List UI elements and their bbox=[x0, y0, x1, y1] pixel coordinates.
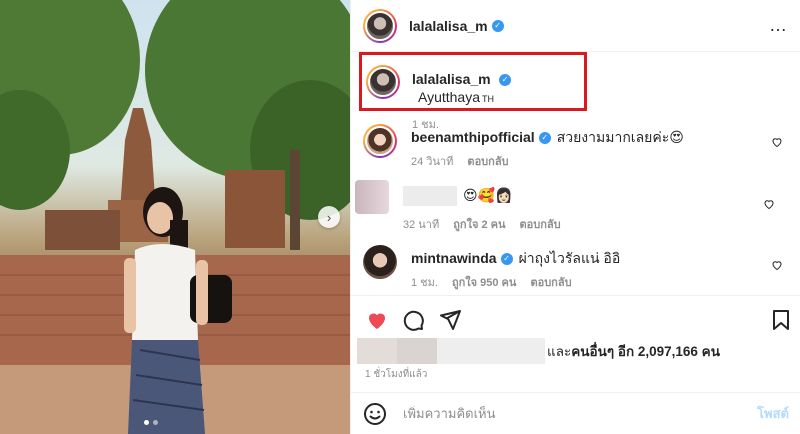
author-username[interactable]: lalalalisa_m bbox=[409, 18, 488, 34]
carousel-next-button[interactable]: › bbox=[318, 206, 340, 228]
commenter-avatar[interactable] bbox=[363, 245, 397, 279]
likes-count[interactable]: คนอื่นๆ อีก 2,097,166 คน bbox=[571, 344, 720, 359]
verified-badge-icon: ✓ bbox=[499, 73, 512, 86]
comment-like-heart-icon[interactable] bbox=[763, 198, 775, 210]
emoji-smile-icon[interactable] bbox=[363, 402, 387, 426]
post-photo[interactable]: › bbox=[0, 0, 350, 434]
likes-summary[interactable]: และคนอื่นๆ อีก 2,097,166 คน bbox=[357, 338, 797, 364]
commenter-username[interactable]: beenamthipofficial bbox=[411, 129, 535, 145]
comment-bubble-icon[interactable] bbox=[401, 308, 425, 332]
post-comment-button[interactable]: โพสต์ bbox=[757, 403, 789, 424]
comment-time: 32 นาที bbox=[403, 219, 440, 232]
comment-item: beenamthipofficial ✓ สวยงามมากเลยค่ะ😍 24 ว… bbox=[363, 124, 793, 170]
caption-author-username[interactable]: lalalalisa_m bbox=[412, 71, 491, 87]
location-link[interactable]: Ayutthaya TH bbox=[418, 89, 494, 105]
comment-likes-count[interactable]: ถูกใจ 950 คน bbox=[452, 277, 516, 289]
comment-text: ผ่าถุงไวรัลแน่ อิอิ bbox=[518, 250, 621, 266]
reply-button[interactable]: ตอบกลับ bbox=[467, 156, 508, 168]
comment-likes-count[interactable]: ถูกใจ 2 คน bbox=[453, 219, 505, 231]
caption-highlight: lalalalisa_m ✓ Ayutthaya TH 1 ชม. bbox=[359, 52, 587, 131]
post-timestamp: 1 ชั่วโมงที่แล้ว bbox=[365, 369, 428, 380]
author-avatar[interactable] bbox=[363, 8, 397, 43]
comment-like-heart-icon[interactable] bbox=[771, 136, 783, 148]
comment-item: 😍🥰👩🏻 32 นาที ถูกใจ 2 คน ตอบกลับ bbox=[355, 180, 785, 233]
commenter-avatar[interactable] bbox=[363, 124, 397, 158]
like-heart-icon[interactable] bbox=[365, 308, 389, 332]
share-send-icon[interactable] bbox=[438, 308, 462, 332]
verified-badge-icon: ✓ bbox=[538, 132, 551, 145]
add-comment-bar: โพสต์ bbox=[351, 392, 800, 434]
comment-item: mintnawinda ✓ ผ่าถุงไวรัลแน่ อิอิ 1 ชม. ถูก… bbox=[363, 245, 793, 291]
reply-button[interactable]: ตอบกลับ bbox=[520, 219, 561, 231]
blurred-liker-name bbox=[437, 338, 545, 364]
caption-author-avatar[interactable] bbox=[366, 65, 400, 99]
action-bar bbox=[351, 295, 800, 339]
blurred-liker-avatar bbox=[357, 338, 397, 364]
likes-prefix: และ bbox=[547, 344, 572, 359]
more-options-icon[interactable]: … bbox=[769, 15, 788, 36]
save-bookmark-icon[interactable] bbox=[769, 308, 793, 332]
blurred-liker-avatar bbox=[397, 338, 437, 364]
comment-text: สวยงามมากเลยค่ะ😍 bbox=[556, 129, 684, 145]
carousel-dots bbox=[144, 420, 158, 425]
carousel-dot bbox=[153, 420, 158, 425]
blurred-avatar[interactable] bbox=[355, 180, 389, 214]
post-header: lalalalisa_m ✓ … bbox=[351, 0, 800, 52]
likes-text: และคนอื่นๆ อีก 2,097,166 คน bbox=[547, 340, 720, 362]
comment-like-heart-icon[interactable] bbox=[771, 259, 783, 271]
carousel-dot bbox=[144, 420, 149, 425]
comment-time: 1 ชม. bbox=[411, 277, 438, 289]
verified-badge-icon: ✓ bbox=[500, 253, 513, 266]
commenter-username[interactable]: mintnawinda bbox=[411, 250, 497, 266]
location-name: Ayutthaya bbox=[418, 89, 481, 105]
comment-time: 24 วินาที bbox=[411, 156, 454, 168]
location-country: TH bbox=[482, 94, 495, 104]
reply-button[interactable]: ตอบกลับ bbox=[530, 277, 571, 289]
post-side-panel: lalalalisa_m ✓ … lalalalisa_m ✓ Ayutthay… bbox=[350, 0, 800, 434]
photo-scene bbox=[0, 0, 350, 434]
comment-text: 😍🥰👩🏻 bbox=[463, 187, 513, 203]
blurred-username[interactable] bbox=[403, 186, 457, 207]
comment-input[interactable] bbox=[403, 406, 758, 421]
verified-badge-icon: ✓ bbox=[491, 19, 504, 32]
